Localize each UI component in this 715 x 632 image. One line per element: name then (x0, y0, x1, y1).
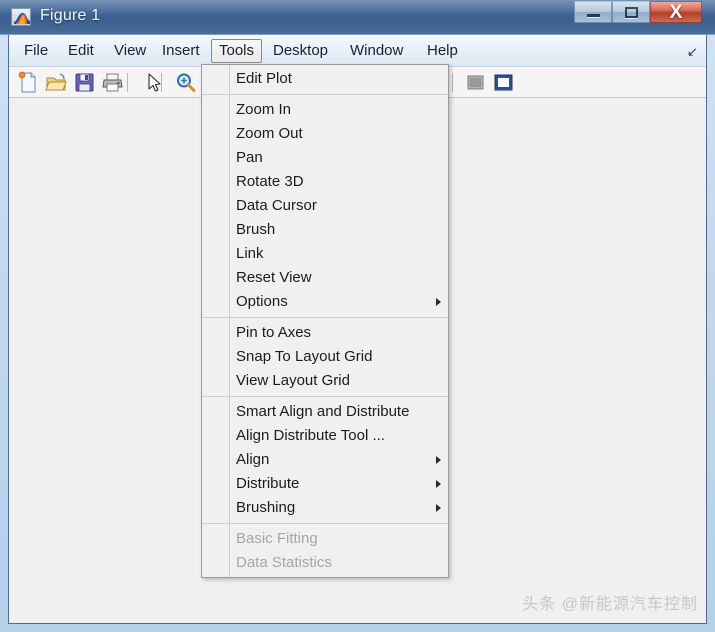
watermark-text: 头条 @新能源汽车控制 (522, 596, 698, 613)
chevron-right-icon (436, 456, 441, 464)
zoom-in-icon[interactable] (174, 71, 197, 94)
membrane-glyph (14, 12, 30, 24)
menu-item-link[interactable]: Link (202, 242, 448, 266)
minimize-button[interactable] (574, 1, 612, 23)
maximize-button[interactable] (612, 1, 650, 23)
menu-item-snap-to-layout-grid[interactable]: Snap To Layout Grid (202, 345, 448, 369)
toolbar-separator (161, 73, 162, 92)
chevron-right-icon (436, 504, 441, 512)
menu-item-options[interactable]: Options (202, 290, 448, 314)
menubar-item-desktop[interactable]: Desktop (266, 39, 335, 63)
new-figure-icon[interactable] (17, 71, 40, 94)
window-title: Figure 1 (40, 7, 101, 24)
menubar-expand-icon[interactable]: ↘ (687, 44, 698, 60)
menu-item-brushing-label: Brushing (236, 499, 296, 516)
menubar-item-edit[interactable]: Edit (61, 39, 101, 63)
toolbar-separator (127, 73, 128, 92)
menu-separator (202, 94, 448, 95)
minimize-icon (575, 2, 611, 22)
magnifier-plus-glyph (177, 73, 196, 92)
title-bar[interactable]: Figure 1 X (0, 0, 715, 35)
maximize-icon (613, 2, 649, 22)
menu-item-align-distribute-tool[interactable]: Align Distribute Tool ... (202, 424, 448, 448)
menu-item-brush[interactable]: Brush (202, 218, 448, 242)
menu-item-basic-fitting: Basic Fitting (236, 530, 318, 547)
menu-item-distribute-label: Distribute (236, 475, 300, 492)
print-figure-icon[interactable] (101, 71, 124, 94)
close-button[interactable]: X (650, 1, 702, 23)
menu-item-brushing[interactable]: Brushing (202, 496, 448, 520)
menu-bar: File Edit View Insert Tools Desktop Wind… (9, 35, 706, 67)
menubar-item-tools[interactable]: Tools (211, 39, 263, 63)
tools-dropdown-menu: Edit Plot Zoom In Zoom Out Pan Rotate 3D… (201, 64, 449, 578)
menu-item-zoom-in[interactable]: Zoom In (202, 98, 448, 122)
menu-separator (202, 523, 448, 524)
menu-item-rotate-3d[interactable]: Rotate 3D (202, 170, 448, 194)
menu-separator (202, 396, 448, 397)
open-folder-glyph (45, 73, 67, 91)
new-figure-glyph (18, 71, 36, 93)
close-label: X (669, 1, 683, 23)
legend-icon[interactable] (492, 71, 515, 94)
chevron-right-icon (436, 480, 441, 488)
menu-item-view-layout-grid[interactable]: View Layout Grid (202, 369, 448, 393)
menu-item-zoom-out[interactable]: Zoom Out (202, 122, 448, 146)
save-figure-icon[interactable] (73, 71, 96, 94)
menu-item-pan[interactable]: Pan (202, 146, 448, 170)
menu-item-align[interactable]: Align (202, 448, 448, 472)
menu-item-options-label: Options (236, 293, 288, 310)
colorbar-icon[interactable] (464, 71, 487, 94)
close-icon: X (651, 2, 701, 22)
printer-glyph (102, 73, 123, 92)
menu-item-data-statistics: Data Statistics (236, 554, 332, 571)
menu-item-smart-align-and-distribute[interactable]: Smart Align and Distribute (202, 400, 448, 424)
floppy-disk-glyph (75, 73, 94, 92)
menu-item-align-label: Align (236, 451, 270, 468)
menubar-item-view[interactable]: View (107, 39, 153, 63)
toolbar-separator (452, 73, 453, 92)
matlab-membrane-icon (11, 8, 31, 26)
menu-separator (202, 317, 448, 318)
chevron-right-icon (436, 298, 441, 306)
menubar-item-help[interactable]: Help (420, 39, 465, 63)
colorbar-glyph (467, 75, 484, 90)
open-file-icon[interactable] (45, 71, 68, 94)
menu-item-reset-view[interactable]: Reset View (202, 266, 448, 290)
menubar-item-insert[interactable]: Insert (155, 39, 207, 63)
menu-item-pin-to-axes[interactable]: Pin to Axes (202, 321, 448, 345)
figure-window: Figure 1 X File Edit View Insert Tools D… (0, 0, 715, 632)
legend-glyph (494, 74, 513, 91)
menubar-item-window[interactable]: Window (343, 39, 410, 63)
menubar-item-file[interactable]: File (17, 39, 55, 63)
menu-item-edit-plot[interactable]: Edit Plot (202, 67, 448, 91)
menu-item-data-cursor[interactable]: Data Cursor (202, 194, 448, 218)
menu-item-distribute[interactable]: Distribute (202, 472, 448, 496)
